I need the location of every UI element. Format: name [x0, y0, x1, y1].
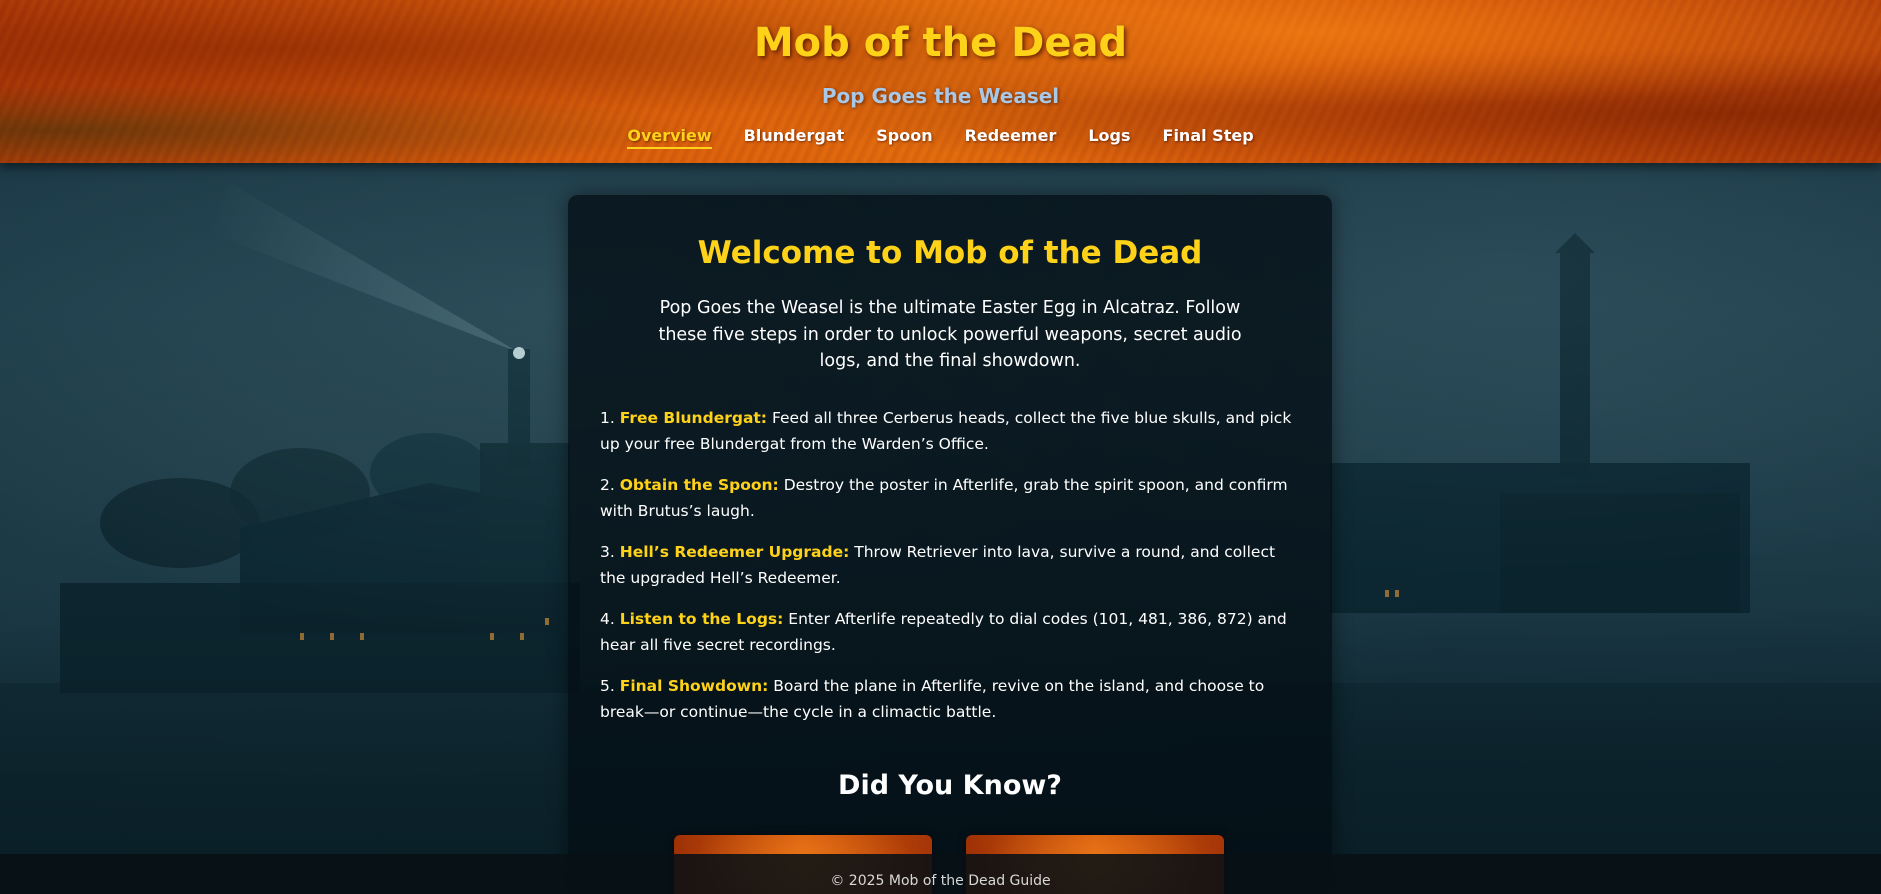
step-title: Listen to the Logs:	[619, 610, 784, 628]
site-title: Mob of the Dead	[753, 20, 1128, 66]
intro-text: Pop Goes the Weasel is the ultimate East…	[658, 298, 1242, 371]
welcome-title: Welcome to Mob of the Dead	[697, 235, 1203, 271]
step-item: 2. Obtain the Spoon: Destroy the poster …	[600, 473, 1300, 524]
step-item: 3. Hell’s Redeemer Upgrade: Throw Retrie…	[600, 540, 1300, 591]
step-number: 5.	[600, 677, 615, 695]
main-nav: Overview Blundergat Spoon Redeemer Logs …	[0, 126, 1881, 149]
nav-link-redeemer[interactable]: Redeemer	[965, 126, 1057, 149]
site-header: Mob of the Dead Pop Goes the Weasel Over…	[0, 0, 1881, 163]
step-item: 1. Free Blundergat: Feed all three Cerbe…	[600, 406, 1300, 457]
did-you-know-title: Did You Know?	[838, 770, 1062, 801]
step-title: Free Blundergat:	[619, 409, 768, 427]
step-number: 3.	[600, 543, 615, 561]
site-footer: © 2025 Mob of the Dead Guide	[0, 854, 1881, 894]
step-number: 1.	[600, 409, 615, 427]
steps-list: 1. Free Blundergat: Feed all three Cerbe…	[600, 406, 1300, 741]
site-subtitle: Pop Goes the Weasel	[821, 84, 1060, 108]
step-item: 5. Final Showdown: Board the plane in Af…	[600, 674, 1300, 725]
nav-link-overview[interactable]: Overview	[627, 126, 712, 149]
step-title: Final Showdown:	[619, 677, 769, 695]
footer-copyright: © 2025 Mob of the Dead Guide	[830, 873, 1051, 889]
nav-link-final-step[interactable]: Final Step	[1163, 126, 1254, 149]
step-title: Obtain the Spoon:	[619, 476, 779, 494]
step-number: 2.	[600, 476, 615, 494]
nav-link-spoon[interactable]: Spoon	[876, 126, 932, 149]
nav-link-blundergat[interactable]: Blundergat	[744, 126, 845, 149]
step-item: 4. Listen to the Logs: Enter Afterlife r…	[600, 607, 1300, 658]
nav-link-logs[interactable]: Logs	[1088, 126, 1130, 149]
step-number: 4.	[600, 610, 615, 628]
content-card: Welcome to Mob of the Dead Pop Goes the …	[568, 195, 1332, 894]
step-title: Hell’s Redeemer Upgrade:	[619, 543, 850, 561]
